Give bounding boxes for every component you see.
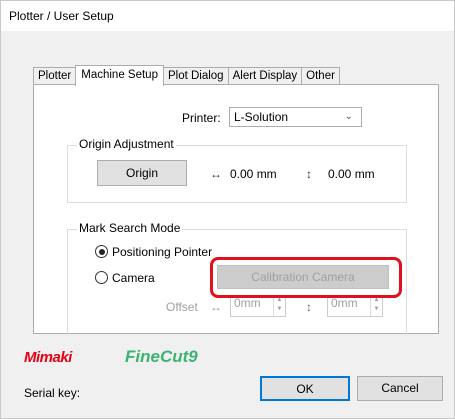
offset-y-spinner[interactable]: 0mm ▲ ▼ — [327, 295, 383, 317]
tab-machine-setup[interactable]: Machine Setup — [75, 65, 164, 86]
origin-adjustment-label: Origin Adjustment — [77, 137, 176, 151]
origin-x-value: 0.00 mm — [230, 167, 277, 181]
highlight-box — [210, 257, 402, 298]
finecut-logo: FineCut9 — [125, 347, 198, 366]
x-arrow-icon: ↔ — [210, 167, 222, 181]
tab-bar: Plotter Machine Setup Plot Dialog Alert … — [33, 65, 340, 86]
tab-plot-dialog[interactable]: Plot Dialog — [162, 67, 229, 85]
mimaki-logo: Mimaki — [24, 349, 72, 366]
title-bar: Plotter / User Setup — [1, 1, 454, 31]
serial-key-label: Serial key: — [24, 386, 81, 400]
spinner-arrows-icon[interactable]: ▲ ▼ — [273, 296, 285, 316]
tab-plotter[interactable]: Plotter — [33, 67, 77, 85]
offset-x-arrow-icon: ↔ — [210, 300, 222, 314]
tab-other[interactable]: Other — [301, 67, 340, 85]
mark-search-mode-label: Mark Search Mode — [77, 221, 183, 235]
origin-button[interactable]: Origin — [97, 160, 187, 186]
camera-radio[interactable] — [95, 271, 108, 284]
positioning-pointer-label[interactable]: Positioning Pointer — [112, 245, 212, 259]
ok-button[interactable]: OK — [260, 376, 350, 401]
cancel-button[interactable]: Cancel — [357, 376, 443, 401]
plotter-user-setup-dialog: Plotter / User Setup Plotter Machine Set… — [0, 0, 455, 419]
printer-select[interactable]: L-Solution ⌄ — [229, 107, 362, 127]
offset-x-value: 0mm — [234, 296, 261, 310]
chevron-down-icon: ⌄ — [344, 111, 353, 122]
tab-alert-display[interactable]: Alert Display — [227, 67, 303, 85]
camera-label[interactable]: Camera — [112, 271, 155, 285]
window-title: Plotter / User Setup — [9, 9, 114, 23]
offset-x-spinner[interactable]: 0mm ▲ ▼ — [230, 295, 286, 317]
printer-select-value: L-Solution — [234, 110, 289, 124]
printer-label: Printer: — [182, 111, 221, 125]
origin-y-value: 0.00 mm — [328, 167, 375, 181]
offset-y-arrow-icon: ↕ — [306, 300, 312, 314]
positioning-pointer-radio[interactable] — [95, 245, 108, 258]
offset-label: Offset — [166, 300, 198, 314]
offset-y-value: 0mm — [331, 296, 358, 310]
y-arrow-icon: ↕ — [306, 167, 312, 181]
spinner-arrows-icon[interactable]: ▲ ▼ — [370, 296, 382, 316]
